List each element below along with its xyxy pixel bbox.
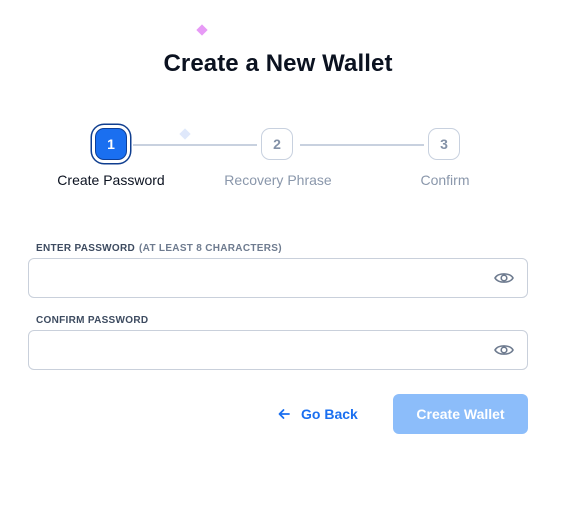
password-label: ENTER PASSWORD (AT LEAST 8 CHARACTERS) [36, 243, 282, 254]
confirm-password-label: CONFIRM PASSWORD [36, 315, 149, 326]
step-1-label: Create Password [57, 172, 165, 188]
stepper: 1 2 3 Create Password Recovery Phrase Co… [0, 0, 568, 200]
password-hint: (AT LEAST 8 CHARACTERS) [139, 243, 282, 254]
step-connector [300, 144, 424, 146]
password-label-text: ENTER PASSWORD [36, 243, 136, 254]
password-input[interactable] [39, 259, 483, 299]
go-back-label: Go Back [301, 406, 358, 422]
eye-icon-glyph [494, 345, 514, 355]
step-connector [133, 144, 257, 146]
eye-icon[interactable] [493, 340, 515, 360]
eye-icon[interactable] [493, 268, 515, 288]
eye-icon-glyph [494, 273, 514, 283]
step-3-label: Confirm [420, 172, 470, 188]
step-3-indicator: 3 [428, 128, 460, 160]
confirm-password-field [28, 330, 528, 371]
go-back-button[interactable]: Go Back [276, 400, 358, 428]
create-wallet-button[interactable]: Create Wallet [393, 394, 528, 434]
confirm-password-input[interactable] [39, 331, 483, 371]
step-1-indicator: 1 [95, 128, 127, 160]
step-2-indicator: 2 [261, 128, 293, 160]
step-2-label: Recovery Phrase [224, 172, 332, 188]
arrow-left-icon [276, 406, 292, 422]
password-field [28, 258, 528, 299]
